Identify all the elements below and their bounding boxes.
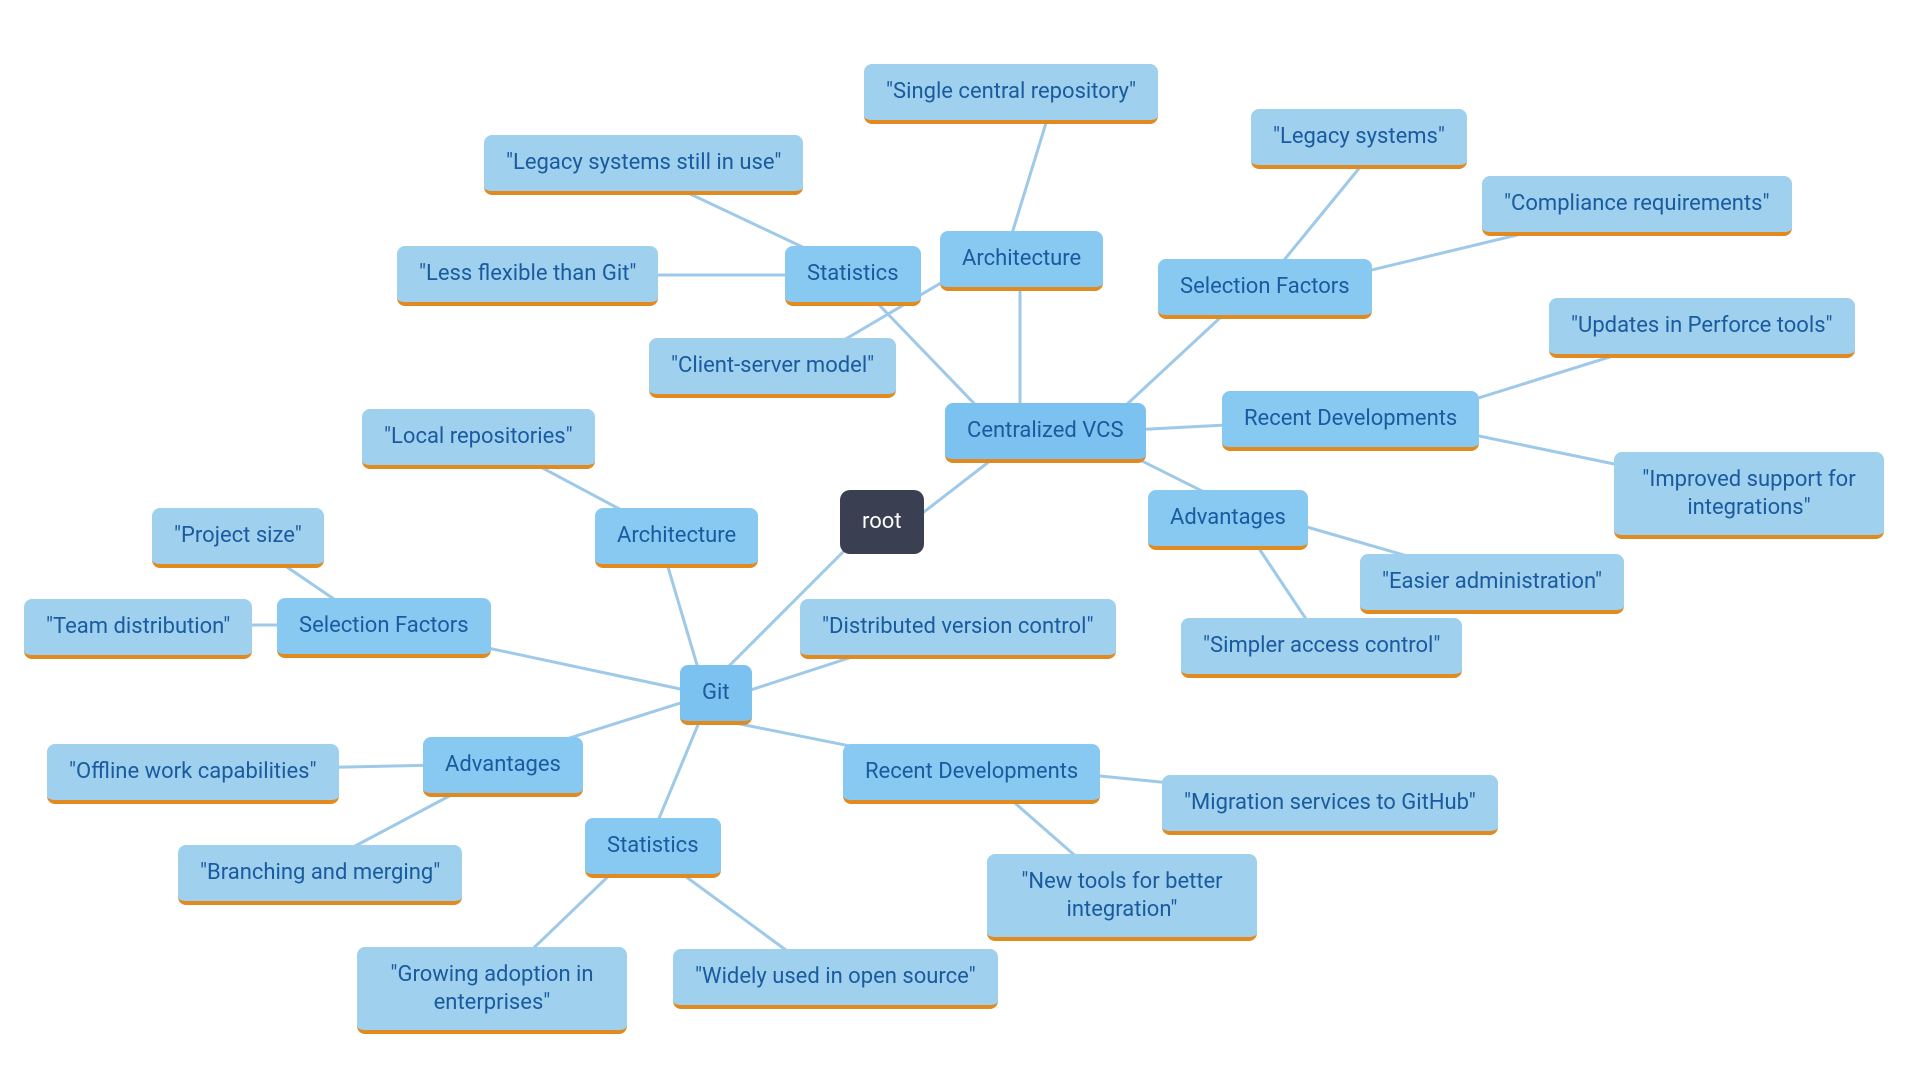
git-project-size-node[interactable]: "Project size" xyxy=(152,508,324,568)
cvcs-simpler-access-label: "Simpler access control" xyxy=(1203,633,1440,658)
cvcs-client-server-label: "Client-server model" xyxy=(671,353,874,378)
mindmap-canvas: root Git Architecture "Local repositorie… xyxy=(0,0,1920,1080)
git-offline-node[interactable]: "Offline work capabilities" xyxy=(47,744,339,804)
git-distributed-label: "Distributed version control" xyxy=(822,614,1094,639)
cvcs-advantages-label: Advantages xyxy=(1170,505,1286,530)
git-statistics-label: Statistics xyxy=(607,833,699,858)
git-migration-node[interactable]: "Migration services to GitHub" xyxy=(1162,775,1498,835)
cvcs-compliance-node[interactable]: "Compliance requirements" xyxy=(1482,176,1792,236)
root-label: root xyxy=(862,509,902,534)
cvcs-perforce-node[interactable]: "Updates in Perforce tools" xyxy=(1549,298,1855,358)
git-project-size-label: "Project size" xyxy=(174,523,302,548)
cvcs-recent-node[interactable]: Recent Developments xyxy=(1222,391,1479,451)
git-opensource-node[interactable]: "Widely used in open source" xyxy=(673,949,998,1009)
git-statistics-node[interactable]: Statistics xyxy=(585,818,721,878)
cvcs-perforce-label: "Updates in Perforce tools" xyxy=(1571,313,1833,338)
git-local-repos-node[interactable]: "Local repositories" xyxy=(362,409,595,469)
git-newtools-node[interactable]: "New tools for better integration" xyxy=(987,854,1257,941)
git-architecture-label: Architecture xyxy=(617,523,736,548)
git-newtools-label: "New tools for better integration" xyxy=(1021,869,1222,922)
cvcs-easier-admin-node[interactable]: "Easier administration" xyxy=(1360,554,1624,614)
cvcs-client-server-node[interactable]: "Client-server model" xyxy=(649,338,896,398)
git-opensource-label: "Widely used in open source" xyxy=(695,964,976,989)
cvcs-architecture-label: Architecture xyxy=(962,246,1081,271)
git-architecture-node[interactable]: Architecture xyxy=(595,508,758,568)
cvcs-legacy-label: "Legacy systems" xyxy=(1273,124,1445,149)
cvcs-statistics-node[interactable]: Statistics xyxy=(785,246,921,306)
cvcs-easier-admin-label: "Easier administration" xyxy=(1382,569,1602,594)
git-branching-node[interactable]: "Branching and merging" xyxy=(178,845,462,905)
cvcs-legacy-use-label: "Legacy systems still in use" xyxy=(506,150,781,175)
cvcs-statistics-label: Statistics xyxy=(807,261,899,286)
cvcs-less-flexible-node[interactable]: "Less flexible than Git" xyxy=(397,246,658,306)
git-growing-node[interactable]: "Growing adoption in enterprises" xyxy=(357,947,627,1034)
git-node[interactable]: Git xyxy=(680,665,752,725)
cvcs-simpler-access-node[interactable]: "Simpler access control" xyxy=(1181,618,1462,678)
git-selection-node[interactable]: Selection Factors xyxy=(277,598,491,658)
cvcs-label: Centralized VCS xyxy=(967,418,1124,443)
cvcs-single-repo-label: "Single central repository" xyxy=(886,79,1136,104)
cvcs-selection-node[interactable]: Selection Factors xyxy=(1158,259,1372,319)
cvcs-selection-label: Selection Factors xyxy=(1180,274,1350,299)
cvcs-legacy-use-node[interactable]: "Legacy systems still in use" xyxy=(484,135,803,195)
git-team-dist-node[interactable]: "Team distribution" xyxy=(24,599,252,659)
cvcs-integrations-node[interactable]: "Improved support for integrations" xyxy=(1614,452,1884,539)
cvcs-integrations-label: "Improved support for integrations" xyxy=(1642,467,1855,520)
cvcs-legacy-node[interactable]: "Legacy systems" xyxy=(1251,109,1467,169)
git-recent-label: Recent Developments xyxy=(865,759,1078,784)
cvcs-recent-label: Recent Developments xyxy=(1244,406,1457,431)
cvcs-architecture-node[interactable]: Architecture xyxy=(940,231,1103,291)
git-migration-label: "Migration services to GitHub" xyxy=(1184,790,1476,815)
cvcs-compliance-label: "Compliance requirements" xyxy=(1504,191,1770,216)
git-growing-label: "Growing adoption in enterprises" xyxy=(390,962,593,1015)
git-offline-label: "Offline work capabilities" xyxy=(69,759,317,784)
cvcs-single-repo-node[interactable]: "Single central repository" xyxy=(864,64,1158,124)
root-node[interactable]: root xyxy=(840,490,924,554)
git-label: Git xyxy=(702,680,730,705)
git-advantages-node[interactable]: Advantages xyxy=(423,737,583,797)
git-distributed-node[interactable]: "Distributed version control" xyxy=(800,599,1116,659)
git-branching-label: "Branching and merging" xyxy=(200,860,440,885)
git-advantages-label: Advantages xyxy=(445,752,561,777)
cvcs-node[interactable]: Centralized VCS xyxy=(945,403,1146,463)
git-recent-node[interactable]: Recent Developments xyxy=(843,744,1100,804)
git-team-dist-label: "Team distribution" xyxy=(46,614,230,639)
git-local-repos-label: "Local repositories" xyxy=(384,424,573,449)
cvcs-advantages-node[interactable]: Advantages xyxy=(1148,490,1308,550)
cvcs-less-flexible-label: "Less flexible than Git" xyxy=(419,261,636,286)
git-selection-label: Selection Factors xyxy=(299,613,469,638)
